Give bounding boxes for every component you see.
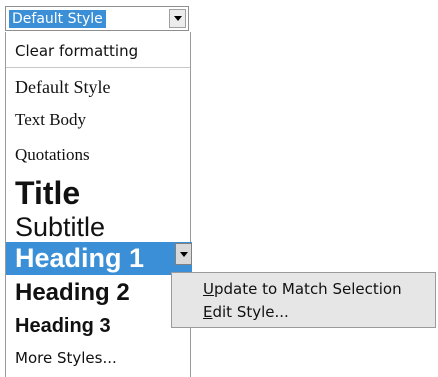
style-item-menu-button[interactable] bbox=[175, 243, 192, 265]
style-item-subtitle[interactable]: Subtitle bbox=[6, 211, 190, 243]
edit-style-item[interactable]: Edit Style... bbox=[203, 303, 289, 321]
style-item-default[interactable]: Default Style bbox=[6, 71, 190, 103]
style-item-quotations[interactable]: Quotations bbox=[6, 140, 190, 170]
dropdown-arrow-icon bbox=[179, 251, 188, 257]
more-styles-item[interactable]: More Styles... bbox=[6, 343, 190, 373]
paragraph-style-value[interactable]: Default Style bbox=[9, 10, 106, 28]
update-label: pdate to Match Selection bbox=[213, 280, 402, 298]
style-item-heading-1[interactable]: Heading 1 bbox=[6, 242, 192, 275]
update-mnemonic: U bbox=[203, 280, 214, 298]
combobox-dropdown-button[interactable] bbox=[169, 9, 186, 28]
dropdown-arrow-icon bbox=[173, 16, 182, 21]
clear-formatting-item[interactable]: Clear formatting bbox=[6, 34, 190, 68]
paragraph-style-combobox[interactable]: Default Style bbox=[5, 6, 189, 31]
update-to-match-selection-item[interactable]: Update to Match Selection bbox=[203, 280, 402, 298]
style-item-title[interactable]: Title bbox=[6, 174, 190, 212]
style-context-menu: Update to Match Selection Edit Style... bbox=[171, 272, 436, 328]
style-item-heading-3[interactable]: Heading 3 bbox=[6, 311, 190, 341]
paragraph-style-dropdown: Clear formatting Default Style Text Body… bbox=[5, 32, 192, 377]
style-item-heading-2[interactable]: Heading 2 bbox=[6, 277, 190, 309]
edit-label: dit Style... bbox=[212, 303, 289, 321]
style-item-text-body[interactable]: Text Body bbox=[6, 105, 190, 135]
